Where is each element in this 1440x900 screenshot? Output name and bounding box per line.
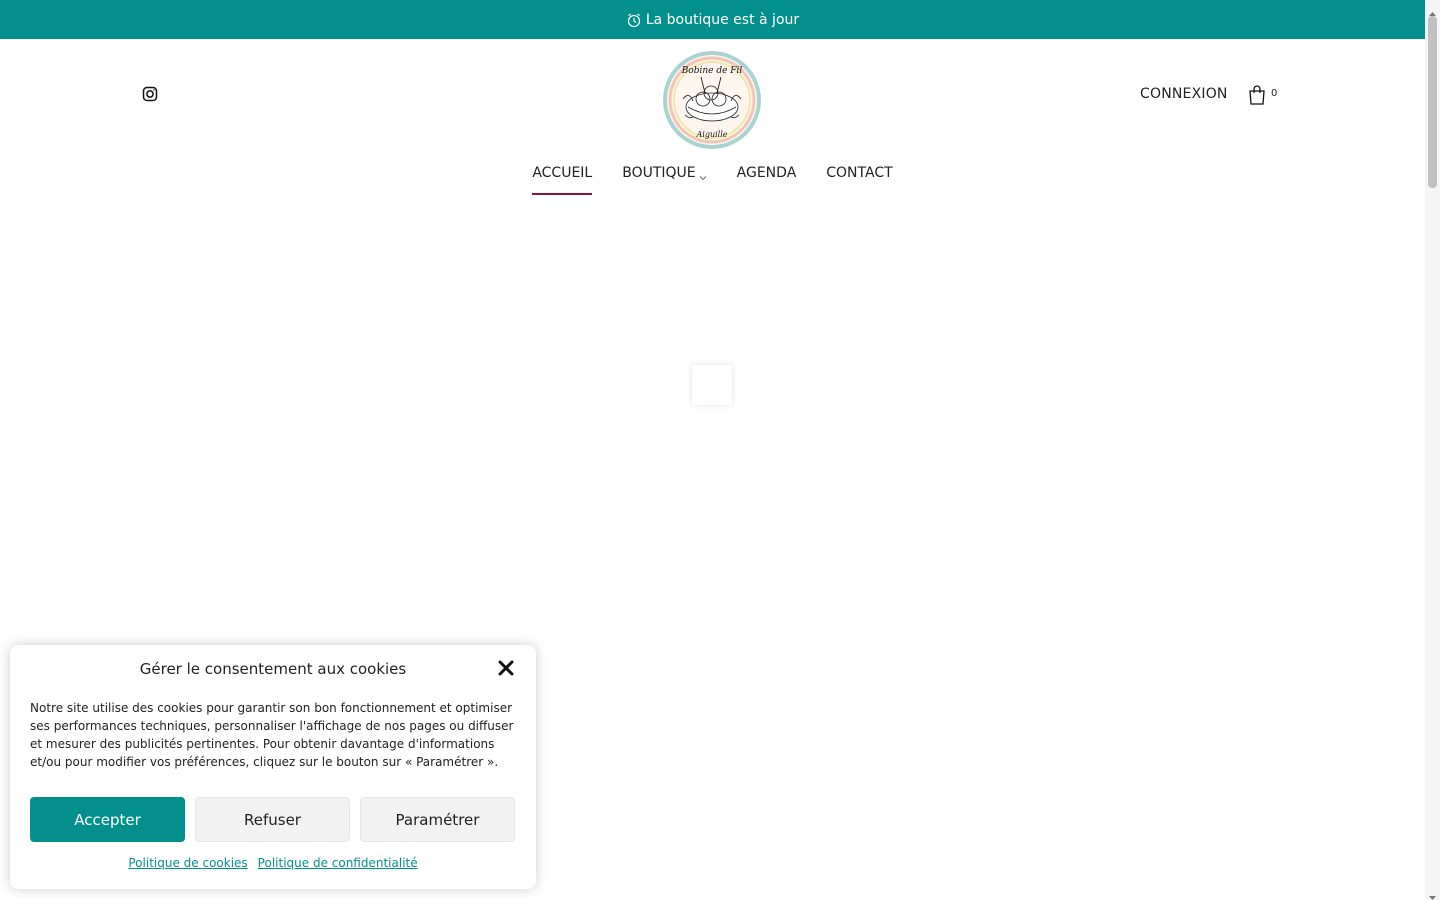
cookie-dialog-text: Notre site utilise des cookies pour gara…	[30, 701, 514, 769]
cookie-links: Politique de cookies Politique de confid…	[10, 856, 536, 870]
login-link[interactable]: CONNEXION	[1140, 86, 1228, 102]
announcement-text: La boutique est à jour	[645, 11, 800, 28]
close-icon[interactable]	[497, 659, 515, 677]
instagram-icon[interactable]	[142, 86, 158, 102]
main-nav: ACCUEIL BOUTIQUE AGENDA CONTACT	[0, 165, 1425, 195]
nav-item-agenda[interactable]: AGENDA	[737, 165, 797, 195]
alarm-clock-icon	[626, 12, 642, 28]
shopping-bag-icon[interactable]	[1248, 85, 1266, 105]
logo-text-bottom: Aiguille	[695, 130, 727, 139]
nav-item-label: AGENDA	[736, 165, 797, 181]
nav-item-contact[interactable]: CONTACT	[826, 165, 892, 195]
cart-count: 0	[1271, 88, 1278, 99]
nav-item-accueil[interactable]: ACCUEIL	[532, 165, 592, 195]
loading-spinner	[692, 365, 732, 405]
chevron-down-icon	[699, 170, 707, 181]
scrollbar[interactable]	[1425, 0, 1440, 900]
settings-button[interactable]: Paramétrer	[360, 797, 515, 842]
cookie-policy-link[interactable]: Politique de cookies	[128, 856, 247, 870]
cookie-buttons: Accepter Refuser Paramétrer	[30, 797, 515, 842]
deny-button[interactable]: Refuser	[195, 797, 350, 842]
scroll-up-arrow-icon[interactable]	[1428, 4, 1437, 16]
site-logo[interactable]: Bobine de Fil Aiguille	[661, 49, 763, 151]
scroll-down-arrow-icon[interactable]	[1428, 887, 1437, 900]
accept-button[interactable]: Accepter	[30, 797, 185, 842]
cookie-dialog-title: Gérer le consentement aux cookies	[139, 660, 407, 678]
nav-item-label: CONTACT	[826, 165, 893, 181]
cookie-consent-dialog: Gérer le consentement aux cookies Notre …	[10, 645, 536, 889]
nav-item-label: BOUTIQUE	[622, 165, 696, 181]
nav-item-boutique[interactable]: BOUTIQUE	[622, 165, 706, 195]
site-header: Bobine de Fil Aiguille CONNEXION 0 ACCUE…	[0, 39, 1425, 209]
scroll-thumb[interactable]	[1428, 16, 1437, 188]
privacy-policy-link[interactable]: Politique de confidentialité	[258, 856, 418, 870]
logo-text-top: Bobine de Fil	[681, 66, 743, 76]
announcement-bar: La boutique est à jour	[0, 0, 1425, 39]
nav-item-label: ACCUEIL	[532, 165, 593, 181]
